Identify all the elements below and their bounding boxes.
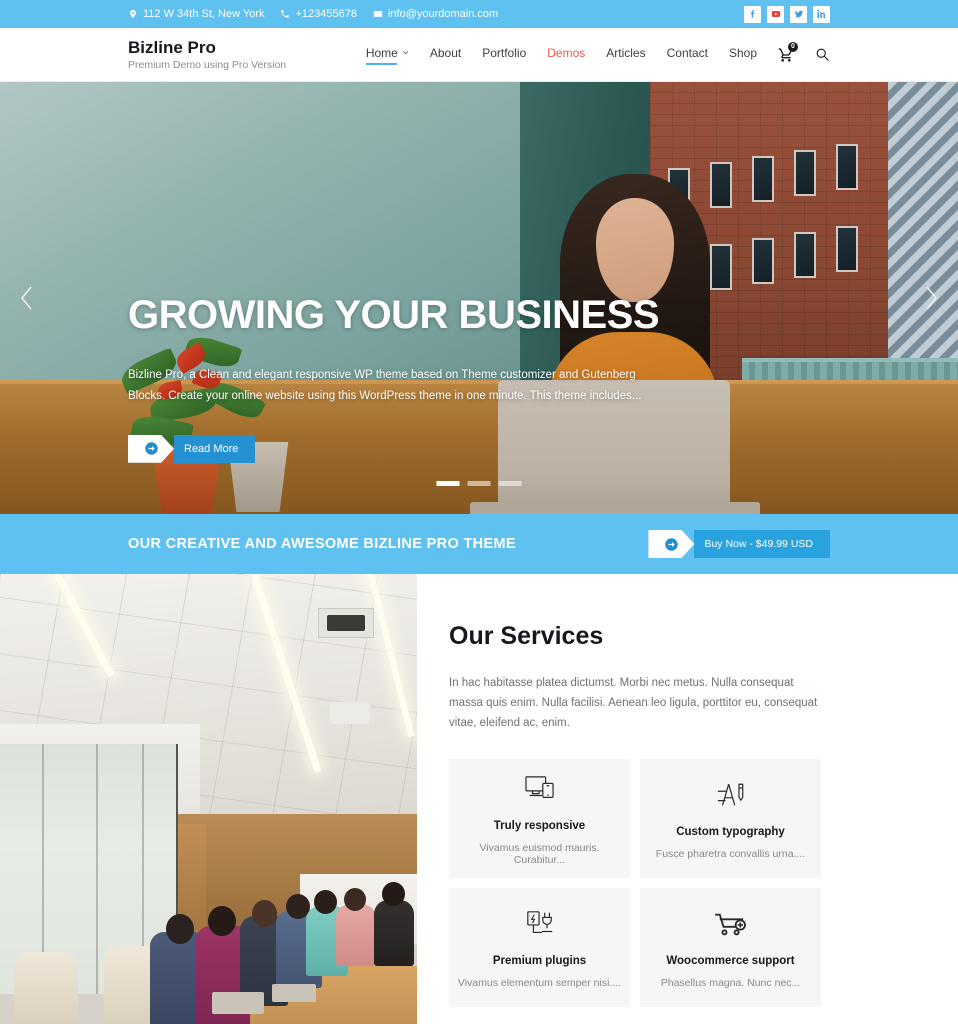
nav-item-label: Portfolio bbox=[482, 45, 527, 60]
slider-pagination bbox=[436, 481, 522, 486]
search-button[interactable] bbox=[815, 47, 830, 62]
service-card-title: Custom typography bbox=[676, 825, 785, 838]
address-item: 112 W 34th St, New York bbox=[128, 8, 264, 20]
conference-room-photo bbox=[0, 574, 417, 1024]
read-more-label: Read More bbox=[174, 434, 256, 463]
facebook-icon[interactable] bbox=[744, 5, 761, 23]
plug-icon bbox=[524, 907, 556, 941]
service-card-title: Premium plugins bbox=[492, 954, 587, 967]
brand-subtitle: Premium Demo using Pro Version bbox=[128, 59, 287, 72]
nav-item-label: Contact bbox=[666, 45, 708, 60]
brand-title: Bizline Pro bbox=[128, 37, 216, 57]
twitter-icon[interactable] bbox=[790, 5, 807, 23]
phone-item: +123455678 bbox=[280, 8, 357, 20]
main-navigation: Home About Portfolio Demos Articles Cont… bbox=[365, 41, 830, 65]
services-content: Our Services In hac habitasse platea dic… bbox=[417, 574, 958, 1024]
nav-item-label: Shop bbox=[728, 45, 757, 60]
services-description: In hac habitasse platea dictumst. Morbi … bbox=[449, 677, 818, 730]
nav-item-about[interactable]: About bbox=[430, 46, 461, 64]
arrow-circle-icon bbox=[648, 530, 695, 558]
slider-dot-3[interactable] bbox=[498, 481, 522, 486]
service-card-text: Vivamus elementum semper nisi.... bbox=[457, 976, 622, 989]
nav-item-label: Demos bbox=[547, 45, 586, 60]
youtube-icon[interactable] bbox=[767, 5, 784, 23]
service-card-title: Woocommerce support bbox=[666, 954, 795, 967]
nav-item-articles[interactable]: Articles bbox=[606, 46, 645, 64]
brand[interactable]: Bizline Pro Premium Demo using Pro Versi… bbox=[128, 38, 366, 72]
hero-content: GROWING YOUR BUSINESS Bizline Pro, a Cle… bbox=[128, 293, 660, 463]
nav-item-portfolio[interactable]: Portfolio bbox=[482, 46, 526, 64]
slider-dot-2[interactable] bbox=[467, 481, 491, 486]
hero-description: Bizline Pro, a Clean and elegant respons… bbox=[128, 369, 642, 403]
slider-next-button[interactable] bbox=[914, 278, 948, 318]
cta-band: OUR CREATIVE AND AWESOME BIZLINE PRO THE… bbox=[0, 514, 958, 574]
service-card[interactable]: Premium plugins Vivamus elementum semper… bbox=[449, 888, 630, 1008]
nav-item-label: Articles bbox=[606, 45, 646, 60]
service-card-text: Phasellus magna. Nunc nec... bbox=[660, 976, 801, 989]
slider-dot-1[interactable] bbox=[436, 481, 460, 486]
slider-prev-button[interactable] bbox=[10, 278, 44, 318]
service-card-text: Fusce pharetra convallis urna.... bbox=[655, 847, 806, 860]
location-pin-icon bbox=[128, 9, 138, 19]
service-cards: Truly responsive Vivamus euismod mauris.… bbox=[449, 759, 830, 1008]
buy-now-label: Buy Now - $49.99 USD bbox=[694, 530, 830, 558]
hero-slider: GROWING YOUR BUSINESS Bizline Pro, a Cle… bbox=[0, 82, 958, 514]
email-text: info@yourdomain.com bbox=[387, 8, 499, 20]
services-section: Our Services In hac habitasse platea dic… bbox=[0, 574, 958, 1024]
buy-now-button[interactable]: Buy Now - $49.99 USD bbox=[648, 530, 830, 558]
service-card[interactable]: Woocommerce support Phasellus magna. Nun… bbox=[640, 888, 821, 1008]
chevron-left-icon bbox=[20, 286, 32, 310]
phone-icon bbox=[280, 9, 290, 19]
cart-plus-icon bbox=[713, 907, 749, 941]
social-links bbox=[744, 5, 830, 23]
top-bar: 112 W 34th St, New York +123455678 info@… bbox=[0, 0, 958, 28]
nav-item-label: Home bbox=[365, 45, 398, 60]
chevron-down-icon bbox=[402, 51, 409, 55]
site-header: Bizline Pro Premium Demo using Pro Versi… bbox=[0, 28, 958, 82]
services-title: Our Services bbox=[449, 622, 604, 650]
arrow-circle-icon bbox=[128, 434, 174, 463]
nav-item-label: About bbox=[429, 45, 462, 60]
service-card-title: Truly responsive bbox=[493, 819, 586, 832]
envelope-icon bbox=[373, 9, 383, 19]
search-icon bbox=[816, 48, 829, 61]
service-card[interactable]: Custom typography Fusce pharetra convall… bbox=[640, 759, 821, 879]
address-text: 112 W 34th St, New York bbox=[143, 8, 265, 20]
phone-text: +123455678 bbox=[295, 8, 357, 20]
top-bar-contact-group: 112 W 34th St, New York +123455678 info@… bbox=[128, 8, 744, 20]
read-more-button[interactable]: Read More bbox=[128, 434, 256, 463]
chevron-right-icon bbox=[926, 286, 938, 310]
nav-item-home[interactable]: Home bbox=[365, 45, 409, 65]
cart-button[interactable]: 0 bbox=[778, 41, 798, 63]
service-card[interactable]: Truly responsive Vivamus euismod mauris.… bbox=[449, 759, 630, 879]
nav-item-demos[interactable]: Demos bbox=[547, 46, 585, 64]
nav-item-shop[interactable]: Shop bbox=[729, 46, 757, 64]
nav-item-contact[interactable]: Contact bbox=[667, 46, 708, 64]
cart-count-badge: 0 bbox=[788, 41, 798, 52]
email-item: info@yourdomain.com bbox=[373, 8, 498, 20]
hero-title: GROWING YOUR BUSINESS bbox=[128, 293, 660, 337]
service-card-text: Vivamus euismod mauris. Curabitur... bbox=[479, 841, 600, 866]
linkedin-icon[interactable] bbox=[813, 5, 830, 23]
responsive-devices-icon bbox=[524, 772, 556, 806]
typography-icon bbox=[715, 778, 747, 812]
cta-title: OUR CREATIVE AND AWESOME BIZLINE PRO THE… bbox=[128, 536, 516, 552]
